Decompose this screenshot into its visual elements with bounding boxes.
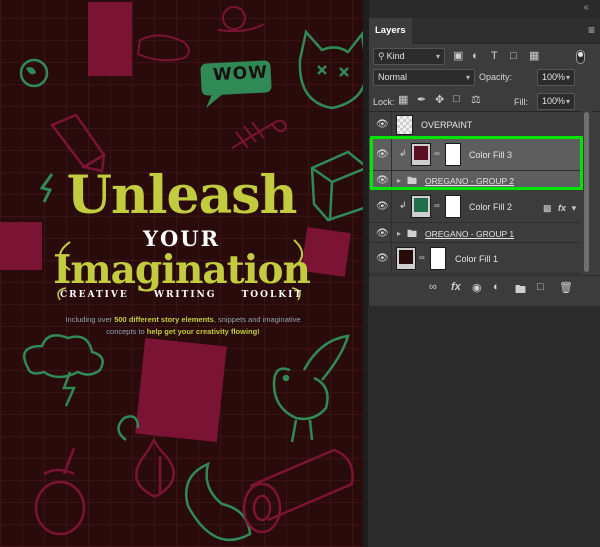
new-layer-icon[interactable]: □ (537, 281, 544, 293)
opacity-label: Opacity: (479, 72, 513, 82)
adjustment-layer-icon[interactable]: ◐ (493, 281, 500, 293)
speech-bubble-text: WOW (212, 62, 269, 86)
bird-doodle (272, 334, 350, 443)
crimson-shape (135, 337, 227, 443)
layer-name: Color Fill 2 (469, 202, 513, 212)
poster-canvas: WOW Unleash YOUR Imagination CREATIVE WR… (0, 0, 363, 547)
layer-row-color-fill-1[interactable]: 👁 ∞ Color Fill 1 (369, 243, 580, 274)
fill-color-thumbnail[interactable] (396, 247, 416, 270)
link-icon[interactable]: ∞ (419, 253, 425, 262)
lock-artboard-icon[interactable]: □ (453, 93, 460, 105)
chevron-down-icon: ▾ (565, 97, 570, 106)
hamburger-menu-icon[interactable]: ≡ (588, 23, 595, 37)
eye-visibility-icon[interactable]: 👁 (376, 228, 389, 239)
folder-icon: 🖿 (407, 229, 417, 240)
panel-dock-bar: « (369, 0, 600, 18)
cat-doodle (298, 29, 363, 110)
filter-kind-select[interactable]: ⚲ Kind ▾ (373, 48, 445, 65)
chevron-down-icon: ▾ (435, 52, 440, 61)
search-icon: ⚲ (378, 51, 385, 61)
clipping-arrow-icon: ↲ (399, 200, 407, 210)
poster-subtitle: CREATIVE WRITING TOOLKIT (59, 290, 304, 300)
selection-highlight-box (370, 136, 583, 190)
eye-visibility-icon[interactable]: 👁 (376, 201, 389, 212)
lock-image-brush-icon[interactable]: ✒ (417, 93, 426, 106)
layer-row-oregano-group-1[interactable]: 👁 ▸ 🖿 OREGANO - GROUP 1 (369, 223, 580, 243)
lock-all-icon[interactable]: ⚖ (471, 93, 481, 106)
log-doodle (242, 448, 354, 534)
poster-title-imagination: Imagination (53, 247, 311, 293)
group-name: OREGANO - GROUP 1 (425, 229, 515, 239)
layer-mask-thumbnail[interactable] (430, 247, 446, 270)
chevron-down-icon[interactable]: ▾ (572, 203, 577, 213)
tab-layers[interactable]: Layers (369, 18, 412, 44)
smart-object-filter-icon[interactable]: ▦ (529, 49, 539, 63)
lock-transparency-icon[interactable]: ▦ (398, 93, 408, 106)
double-chevron-icon[interactable]: « (583, 2, 589, 13)
crimson-shape (88, 2, 132, 76)
poster-title-unleash: Unleash (66, 165, 298, 226)
smart-filter-icon[interactable]: ▩ (543, 203, 552, 213)
layer-name: Color Fill 1 (455, 254, 499, 264)
poster-description: Including over 500 different story eleme… (65, 315, 301, 336)
link-icon[interactable]: ∞ (434, 201, 440, 210)
adjustment-filter-icon[interactable]: ◐ (472, 49, 479, 63)
blend-mode-select[interactable]: Normal ▾ (373, 69, 475, 86)
panel-tab-bar: Layers ≡ (369, 18, 600, 44)
chevron-down-icon: ▾ (465, 73, 470, 82)
storm-cloud-doodle (23, 334, 104, 407)
filter-toggle[interactable] (576, 50, 585, 64)
lock-position-move-icon[interactable]: ✥ (435, 93, 444, 106)
eye-visibility-icon[interactable]: 👁 (376, 119, 389, 130)
add-mask-icon[interactable]: ◉ (472, 281, 482, 294)
layer-name: OVERPAINT (421, 120, 473, 130)
pencil-doodle (50, 113, 106, 173)
trash-icon[interactable]: 🗑 (559, 281, 573, 294)
shape-filter-icon[interactable]: □ (510, 49, 517, 63)
coconut-drink-doodle (34, 447, 86, 536)
fill-label: Fill: (514, 97, 528, 107)
opacity-field[interactable]: 100% ▾ (537, 69, 575, 86)
layer-mask-thumbnail[interactable] (445, 195, 461, 218)
fx-icon[interactable]: fx (558, 203, 566, 213)
lock-label: Lock: (373, 97, 395, 107)
chevron-right-icon[interactable]: ▸ (397, 229, 401, 238)
layers-bottom-toolbar: ∞ fx ◉ ◐ 🖿 □ 🗑 (369, 275, 600, 300)
layer-row-overpaint[interactable]: 👁 OVERPAINT (369, 112, 580, 138)
type-filter-icon[interactable]: T (491, 49, 498, 63)
new-group-folder-icon[interactable]: 🖿 (515, 281, 526, 300)
scrollbar-thumb[interactable] (584, 112, 589, 272)
layer-thumbnail (396, 115, 413, 135)
layer-effects-indicators: ▩ fx ▾ (543, 203, 576, 214)
fill-field[interactable]: 100% ▾ (537, 93, 575, 110)
add-layer-style-icon[interactable]: fx (451, 281, 461, 293)
chevron-down-icon: ▾ (565, 73, 570, 82)
link-layers-icon[interactable]: ∞ (429, 281, 437, 293)
eye-visibility-icon[interactable]: 👁 (376, 253, 389, 264)
fishbone-doodle (231, 119, 288, 149)
fill-color-thumbnail[interactable] (411, 195, 431, 218)
garlic-doodle (135, 437, 175, 498)
image-filter-icon[interactable]: ▣ (453, 49, 463, 63)
